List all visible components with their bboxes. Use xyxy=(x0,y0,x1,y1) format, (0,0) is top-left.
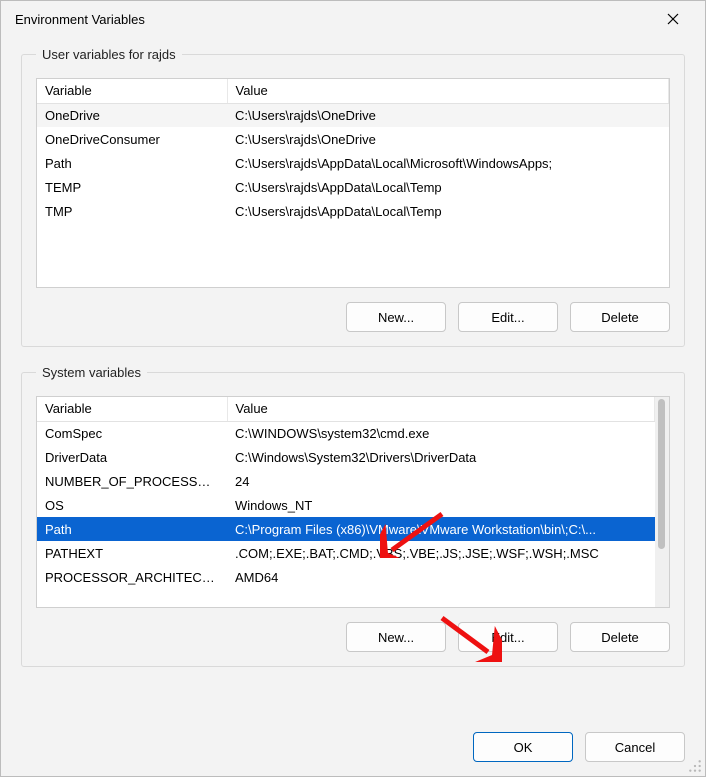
user-edit-button[interactable]: Edit... xyxy=(458,302,558,332)
env-vars-dialog: Environment Variables User variables for… xyxy=(0,0,706,777)
close-button[interactable] xyxy=(653,4,693,34)
system-variables-table[interactable]: Variable Value ComSpec C:\WINDOWS\system… xyxy=(36,396,670,608)
table-header-row[interactable]: Variable Value xyxy=(37,397,655,421)
col-value[interactable]: Value xyxy=(227,397,655,421)
table-row[interactable]: DriverData C:\Windows\System32\Drivers\D… xyxy=(37,445,655,469)
table-row[interactable]: Path C:\Users\rajds\AppData\Local\Micros… xyxy=(37,151,669,175)
window-title: Environment Variables xyxy=(15,12,653,27)
user-delete-button[interactable]: Delete xyxy=(570,302,670,332)
table-header-row[interactable]: Variable Value xyxy=(37,79,669,103)
user-new-button[interactable]: New... xyxy=(346,302,446,332)
col-variable[interactable]: Variable xyxy=(37,397,227,421)
table-row[interactable]: OneDrive C:\Users\rajds\OneDrive xyxy=(37,103,669,127)
user-variables-table[interactable]: Variable Value OneDrive C:\Users\rajds\O… xyxy=(36,78,670,288)
system-table-scrollbar[interactable] xyxy=(655,397,669,607)
col-variable[interactable]: Variable xyxy=(37,79,227,103)
system-variables-group: System variables Variable Value ComSpec xyxy=(21,365,685,667)
titlebar: Environment Variables xyxy=(1,1,705,37)
system-edit-button[interactable]: Edit... xyxy=(458,622,558,652)
system-group-legend: System variables xyxy=(36,365,147,380)
table-row[interactable]: TEMP C:\Users\rajds\AppData\Local\Temp xyxy=(37,175,669,199)
table-row-selected[interactable]: Path C:\Program Files (x86)\VMware\VMwar… xyxy=(37,517,655,541)
col-value[interactable]: Value xyxy=(227,79,669,103)
user-variables-group: User variables for rajds Variable Value … xyxy=(21,47,685,347)
table-row[interactable]: PROCESSOR_ARCHITECTU... AMD64 xyxy=(37,565,655,589)
dialog-footer: OK Cancel xyxy=(1,728,705,776)
user-buttons-row: New... Edit... Delete xyxy=(36,302,670,332)
system-delete-button[interactable]: Delete xyxy=(570,622,670,652)
table-row[interactable]: PATHEXT .COM;.EXE;.BAT;.CMD;.VBS;.VBE;.J… xyxy=(37,541,655,565)
close-icon xyxy=(667,13,679,25)
table-row[interactable]: ComSpec C:\WINDOWS\system32\cmd.exe xyxy=(37,421,655,445)
table-row[interactable]: OneDriveConsumer C:\Users\rajds\OneDrive xyxy=(37,127,669,151)
ok-button[interactable]: OK xyxy=(473,732,573,762)
dialog-content: User variables for rajds Variable Value … xyxy=(1,37,705,728)
user-group-legend: User variables for rajds xyxy=(36,47,182,62)
table-row[interactable]: OS Windows_NT xyxy=(37,493,655,517)
table-row[interactable]: NUMBER_OF_PROCESSORS 24 xyxy=(37,469,655,493)
scrollbar-thumb[interactable] xyxy=(658,399,665,549)
table-row[interactable]: TMP C:\Users\rajds\AppData\Local\Temp xyxy=(37,199,669,223)
system-buttons-row: New... Edit... Delete xyxy=(36,622,670,652)
system-new-button[interactable]: New... xyxy=(346,622,446,652)
resize-grip-icon[interactable] xyxy=(688,759,702,773)
cancel-button[interactable]: Cancel xyxy=(585,732,685,762)
